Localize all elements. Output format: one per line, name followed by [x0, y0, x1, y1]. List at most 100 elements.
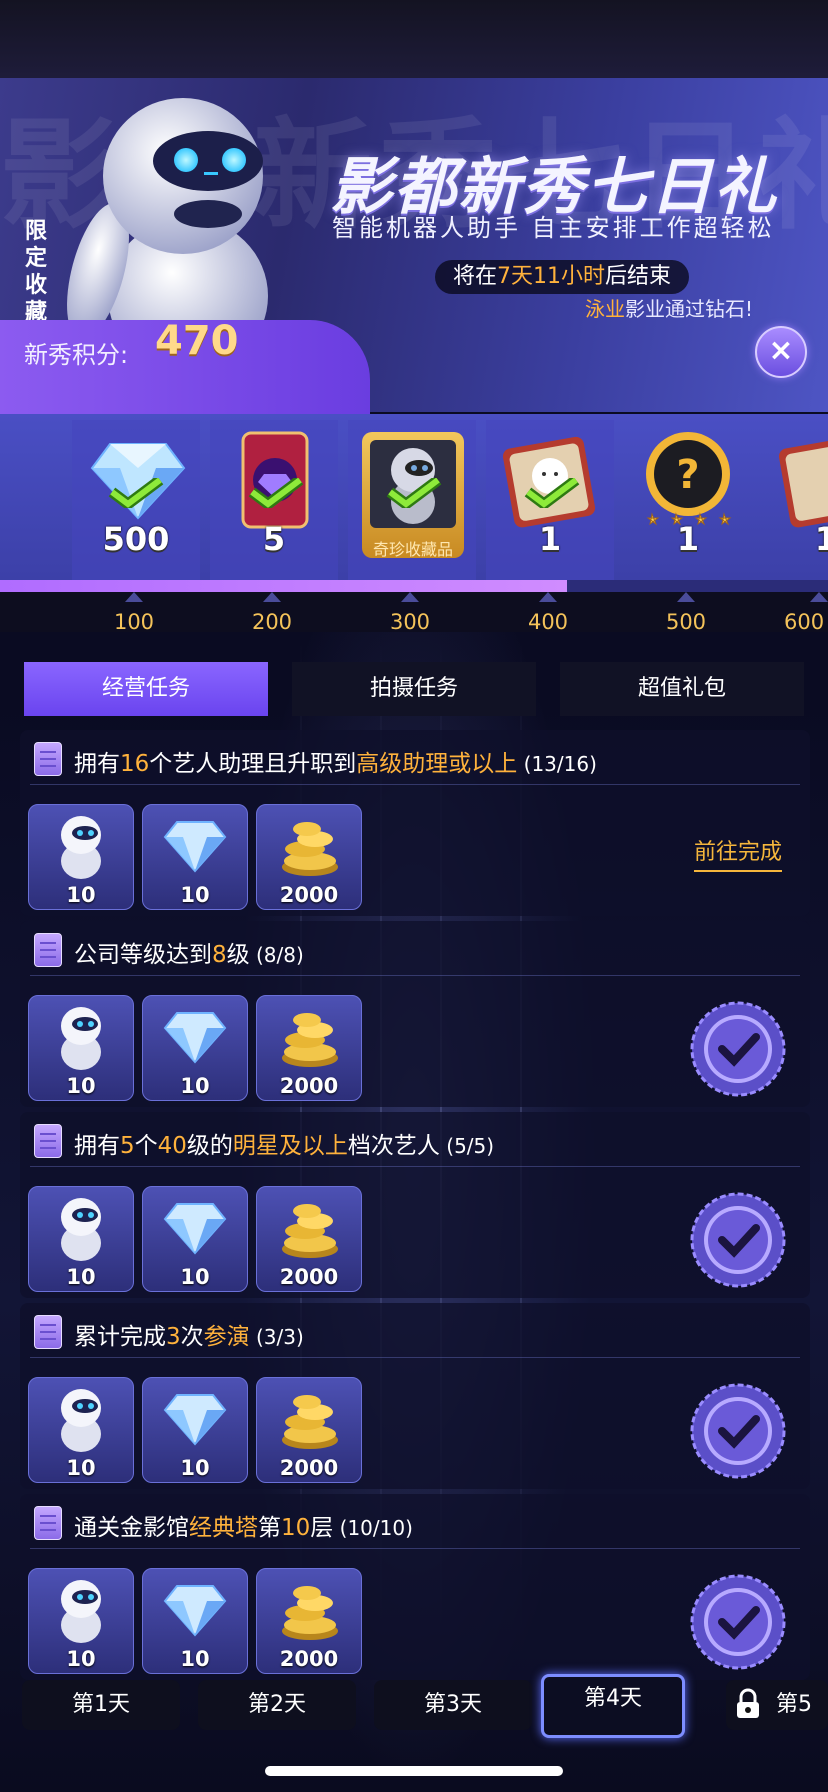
task-title-part: 明星及以上 — [232, 1133, 348, 1159]
diamond-reward-icon — [163, 1203, 227, 1255]
task-reward-item[interactable]: 10 — [142, 995, 248, 1101]
task-title-part: 拥有 — [74, 751, 120, 777]
task-title-part: 通关金影馆 — [74, 1515, 189, 1541]
task-reward-count: 10 — [180, 1647, 210, 1671]
task-reward-item[interactable]: 2000 — [256, 1568, 362, 1674]
task-title-part: 拥有 — [74, 1133, 120, 1159]
diamond-reward-icon — [163, 1394, 227, 1446]
reward-count: 500 — [102, 520, 170, 558]
completed-stamp-icon — [690, 1383, 786, 1479]
task-divider — [30, 1357, 800, 1358]
milestone-label: 100 — [113, 610, 155, 634]
completed-stamp-icon — [690, 1574, 786, 1670]
gold-coins-icon — [282, 1204, 338, 1258]
task-reward-item[interactable]: 2000 — [256, 1377, 362, 1483]
task-reward-item[interactable]: 2000 — [256, 804, 362, 910]
day-tab-2[interactable]: 第2天 — [198, 1680, 356, 1730]
day-tab-1[interactable]: 第1天 — [22, 1680, 180, 1730]
reward-count: 奇珍收藏品 — [372, 540, 453, 559]
gold-coins-icon — [282, 1013, 338, 1067]
task-book-icon — [34, 1506, 62, 1540]
milestone-label: 400 — [527, 610, 569, 634]
task-reward-item[interactable]: 10 — [142, 804, 248, 910]
task-title-part: 高级助理或以上 — [356, 751, 518, 777]
go-complete-button[interactable]: 前往完成 — [694, 834, 783, 872]
banner-top-area — [0, 0, 828, 78]
task-divider — [30, 975, 800, 976]
svg-text:?: ? — [676, 452, 699, 498]
milestone-marker — [263, 592, 281, 602]
lucky-cat-book-icon — [778, 436, 828, 528]
task-title-part: 3 — [166, 1324, 181, 1350]
day-tab-4[interactable]: 第4天 — [541, 1674, 685, 1738]
task-reward-count: 10 — [66, 1265, 96, 1289]
task-reward-count: 2000 — [279, 883, 339, 907]
task-reward-item[interactable]: 2000 — [256, 1186, 362, 1292]
broadcast-marquee: 泳业影业通过钻石! — [585, 293, 753, 322]
milestone-label: 500 — [665, 610, 707, 634]
task-title-part: 累计完成 — [74, 1324, 166, 1350]
claimed-check-icon — [108, 478, 164, 508]
task-divider — [30, 784, 800, 785]
task-title-part: (8/8) — [249, 943, 304, 967]
claimed-check-icon — [248, 478, 304, 508]
task-title: 通关金影馆经典塔第10层 (10/10) — [74, 1508, 413, 1542]
day-tab-3[interactable]: 第3天 — [374, 1680, 532, 1730]
score-label: 新秀积分: — [24, 341, 129, 369]
claimed-check-icon — [524, 478, 580, 508]
task-title-part: 公司等级达到 — [74, 942, 212, 968]
home-indicator[interactable] — [265, 1766, 563, 1776]
diamond-reward-icon — [163, 821, 227, 873]
task-title-part: 经典塔 — [189, 1515, 258, 1541]
task-reward-item[interactable]: 10 — [142, 1186, 248, 1292]
gold-coins-icon — [282, 1586, 338, 1640]
milestone-marker — [810, 592, 828, 602]
task-reward-count: 2000 — [279, 1074, 339, 1098]
diamond-reward-icon — [163, 1012, 227, 1064]
task-reward-item[interactable]: 10 — [28, 1568, 134, 1674]
task-reward-item[interactable]: 10 — [142, 1568, 248, 1674]
task-reward-count: 10 — [66, 1456, 96, 1480]
task-title-part: 40 — [157, 1133, 187, 1159]
tab-filming-tasks[interactable]: 拍摄任务 — [292, 662, 536, 716]
event-timer: 将在7天11小时后结束 — [435, 260, 690, 294]
task-reward-item[interactable]: 10 — [28, 1377, 134, 1483]
task-title-part: 5 — [120, 1133, 135, 1159]
gold-coins-icon — [282, 822, 338, 876]
task-reward-item[interactable]: 10 — [28, 804, 134, 910]
task-book-icon — [34, 1315, 62, 1349]
task-card: 拥有16个艺人助理且升职到高级助理或以上 (13/16) 10 10 2000 前往完成 — [20, 730, 810, 916]
robot-reward-icon — [61, 1198, 101, 1261]
task-title-part: 8 — [212, 942, 227, 968]
tab-value-pack[interactable]: 超值礼包 — [560, 662, 804, 716]
task-card: 公司等级达到8级 (8/8) 10 10 2000 — [20, 921, 810, 1107]
gold-coins-icon — [282, 1395, 338, 1449]
task-reward-item[interactable]: 10 — [28, 995, 134, 1101]
task-card: 通关金影馆经典塔第10层 (10/10) 10 10 2000 — [20, 1494, 810, 1680]
completed-stamp-icon — [690, 1001, 786, 1097]
task-title-part: 个 — [134, 1133, 158, 1159]
task-reward-item[interactable]: 2000 — [256, 995, 362, 1101]
timer-prefix: 将在 — [453, 264, 498, 289]
task-reward-item[interactable]: 10 — [28, 1186, 134, 1292]
robot-reward-icon — [61, 1007, 101, 1070]
task-book-icon — [34, 933, 62, 967]
tab-business-tasks[interactable]: 经营任务 — [24, 662, 268, 716]
task-title-part: 次 — [180, 1324, 204, 1350]
timer-suffix: 后结束 — [605, 264, 672, 289]
task-book-icon — [34, 1124, 62, 1158]
close-button[interactable]: × — [755, 326, 807, 378]
marquee-player: 泳业 — [585, 297, 625, 321]
reward-count: 1 — [538, 520, 562, 558]
task-reward-count: 2000 — [279, 1456, 339, 1480]
task-title-part: 层 — [310, 1515, 334, 1541]
milestone-label: 200 — [251, 610, 293, 634]
milestone-marker — [401, 592, 419, 602]
task-title: 拥有16个艺人助理且升职到高级助理或以上 (13/16) — [74, 744, 597, 778]
task-title-part: 个艺人助理且升职到 — [149, 751, 357, 777]
task-title-part: 档次艺人 — [347, 1133, 440, 1159]
robot-reward-icon — [61, 1389, 101, 1452]
task-card: 累计完成3次参演 (3/3) 10 10 2000 — [20, 1303, 810, 1489]
task-reward-item[interactable]: 10 — [142, 1377, 248, 1483]
day-tab-5-label: 第5天 — [776, 1692, 812, 1717]
